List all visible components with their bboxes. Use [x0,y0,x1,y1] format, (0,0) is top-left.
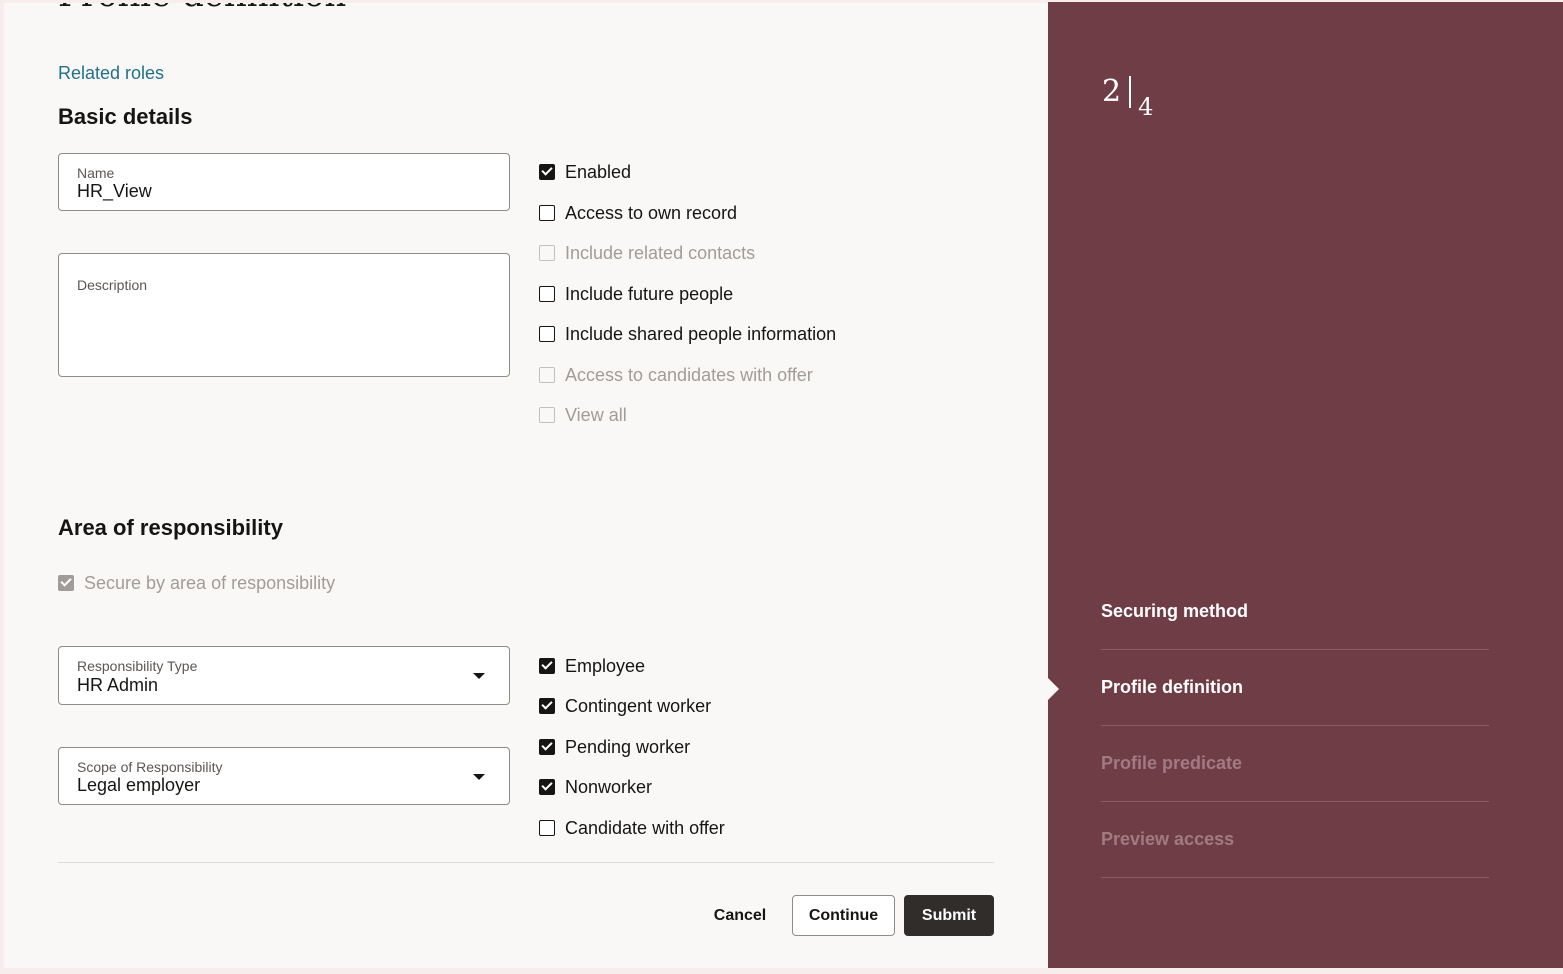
checkbox-label: Include shared people information [565,323,837,344]
description-field[interactable]: Description [58,253,510,377]
step-profile-definition[interactable]: Profile definition [1101,650,1489,726]
checkbox-label: Employee [565,655,646,676]
step-counter: 24 [1102,74,1153,121]
employee-checkbox[interactable]: Employee [539,654,645,678]
step-preview-access: Preview access [1101,802,1489,878]
checkbox-box [539,407,555,423]
nonworker-checkbox[interactable]: Nonworker [539,775,652,799]
chevron-down-icon[interactable] [473,673,485,679]
cancel-button[interactable]: Cancel [699,895,781,936]
checkbox-label: Nonworker [565,776,653,797]
checkbox-label: Include future people [565,283,734,304]
candidate-with-offer-checkbox[interactable]: Candidate with offer [539,816,725,840]
description-field-label: Description [77,277,148,293]
continue-button[interactable]: Continue [792,895,895,936]
access-candidates-offer-checkbox: Access to candidates with offer [539,363,813,387]
checkbox-box [539,164,555,180]
include-shared-people-checkbox[interactable]: Include shared people information [539,322,836,346]
checkbox-label: Include related contacts [565,242,756,263]
include-related-contacts-checkbox: Include related contacts [539,241,755,265]
checkbox-label: Access to candidates with offer [565,364,813,385]
checkbox-label: Candidate with offer [565,817,725,838]
checkbox-box [539,779,555,795]
chevron-down-icon[interactable] [473,774,485,780]
basic-details-heading: Basic details [58,104,193,129]
secure-by-aor-checkbox: Secure by area of responsibility [58,571,335,595]
checkbox-label: Pending worker [565,736,691,757]
checkbox-box [539,658,555,674]
name-field-label: Name [77,165,115,181]
step-profile-predicate: Profile predicate [1101,726,1489,802]
name-field-value: HR_View [77,181,152,201]
checkbox-label: Enabled [565,161,632,182]
checkbox-label: Secure by area of responsibility [84,572,336,593]
related-roles-link[interactable]: Related roles [58,63,164,84]
checkbox-label: View all [565,404,627,425]
checkbox-box [539,205,555,221]
checkbox-box [539,286,555,302]
divider [58,862,994,863]
checkbox-box [539,739,555,755]
scope-of-responsibility-label: Scope of Responsibility [77,759,223,775]
step-securing-method[interactable]: Securing method [1101,574,1489,650]
access-own-record-checkbox[interactable]: Access to own record [539,201,737,225]
area-of-responsibility-heading: Area of responsibility [58,515,283,540]
active-step-pointer [1048,678,1059,700]
checkbox-box [539,326,555,342]
responsibility-type-value: HR Admin [77,675,159,695]
checkbox-label: Contingent worker [565,695,712,716]
current-step-number: 2 [1102,74,1122,109]
page-title: Profile definition [58,3,346,15]
step-counter-divider [1129,76,1132,108]
pending-worker-checkbox[interactable]: Pending worker [539,735,690,759]
contingent-worker-checkbox[interactable]: Contingent worker [539,694,711,718]
checkbox-label: Access to own record [565,202,738,223]
responsibility-type-select[interactable]: Responsibility Type HR Admin [58,646,510,705]
checkbox-box [539,367,555,383]
enabled-checkbox[interactable]: Enabled [539,160,631,184]
checkbox-box [539,820,555,836]
main-panel: Profile definition Related roles Basic d… [4,3,1048,968]
scope-of-responsibility-value: Legal employer [77,775,201,795]
include-future-people-checkbox[interactable]: Include future people [539,282,733,306]
checkbox-box [58,575,74,591]
step-sidebar: 24 Securing method Profile definition Pr… [1048,2,1563,968]
checkbox-box [539,698,555,714]
total-steps-number: 4 [1138,93,1154,121]
responsibility-type-label: Responsibility Type [77,658,198,674]
view-all-checkbox: View all [539,403,627,427]
checkbox-box [539,245,555,261]
submit-button[interactable]: Submit [904,895,994,936]
scope-of-responsibility-select[interactable]: Scope of Responsibility Legal employer [58,747,510,805]
name-field[interactable]: Name HR_View [58,153,510,211]
